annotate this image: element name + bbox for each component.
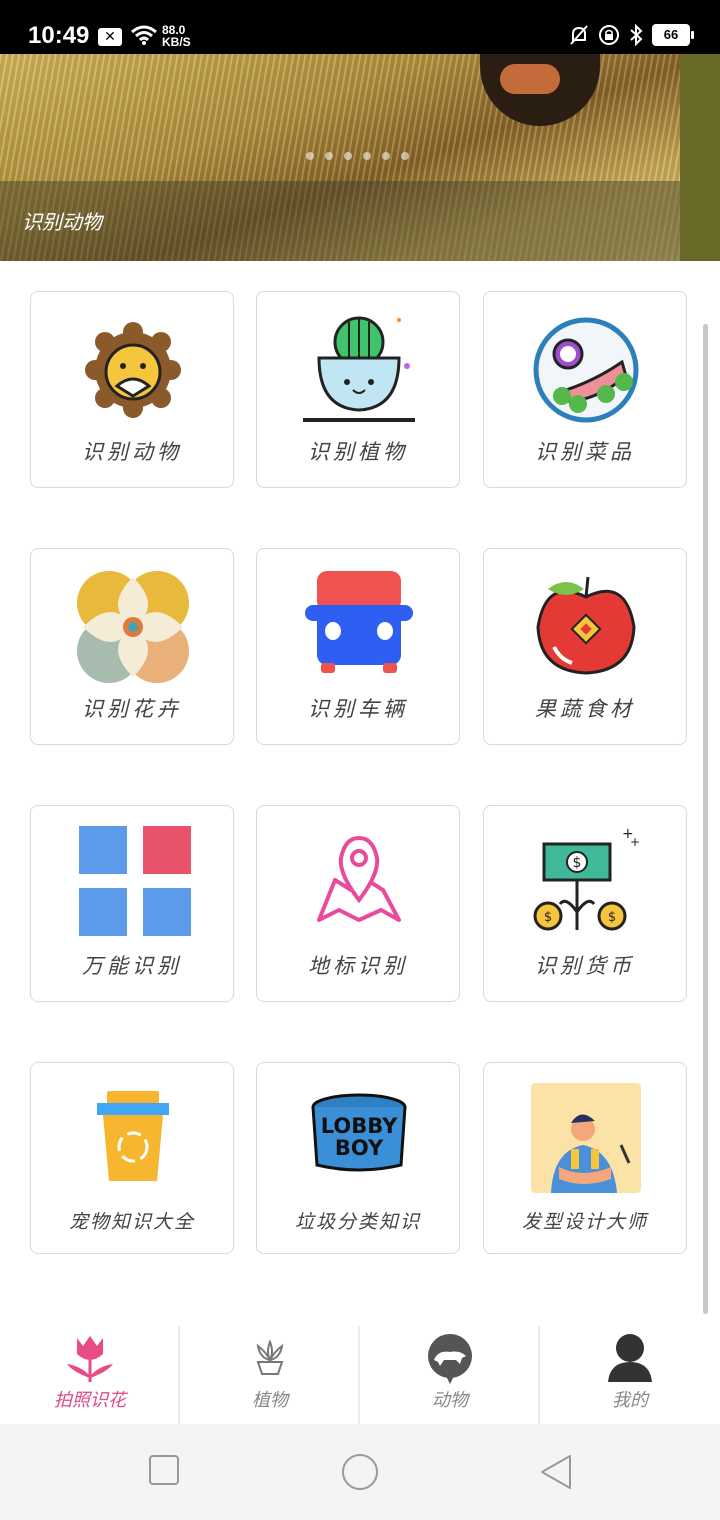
nav-label: 动物 xyxy=(432,1390,468,1411)
potted-plant-icon xyxy=(256,1339,284,1375)
map-pin-icon xyxy=(317,835,401,922)
battery-icon: 66 xyxy=(652,24,694,46)
nav-item-plant[interactable]: 植物 xyxy=(180,1316,360,1424)
nav-item-mine[interactable]: 我的 xyxy=(540,1316,720,1424)
carousel-dot[interactable] xyxy=(344,152,352,160)
network-speed: 88.0 KB/S xyxy=(162,24,191,48)
banner-caption: 识别动物 xyxy=(22,210,102,234)
card-label: 识别植物 xyxy=(308,440,408,464)
card-label: 发型设计大师 xyxy=(521,1211,648,1233)
svg-text:$: $ xyxy=(544,910,552,925)
vehicle-icon xyxy=(305,571,413,673)
nav-label: 拍照识花 xyxy=(54,1390,126,1411)
card-label: 果蔬食材 xyxy=(535,697,635,721)
card-identify-flower[interactable]: 识别花卉 xyxy=(30,548,234,745)
banner-lion-mouth xyxy=(500,64,560,94)
nav-label: 我的 xyxy=(612,1390,648,1411)
carousel-dot[interactable] xyxy=(401,152,409,160)
card-label: 识别货币 xyxy=(535,954,635,978)
flower-icon xyxy=(77,571,189,683)
rotation-lock-icon xyxy=(599,25,619,45)
scrollbar[interactable] xyxy=(703,324,708,1314)
card-identify-currency[interactable]: $ $ $ + + 识别货币 xyxy=(483,805,687,1002)
status-right: 66 xyxy=(568,24,694,46)
cactus-icon xyxy=(303,316,415,422)
card-fruit-vegetable[interactable]: 果蔬食材 xyxy=(483,548,687,745)
card-label: 识别花卉 xyxy=(82,697,182,721)
home-button[interactable] xyxy=(341,1453,379,1491)
svg-text:BOY: BOY xyxy=(335,1136,384,1160)
system-nav-bar xyxy=(0,1424,720,1520)
card-hairstyle-master[interactable]: 发型设计大师 xyxy=(483,1062,687,1254)
svg-text:LOBBY: LOBBY xyxy=(321,1114,398,1138)
card-universal-identify[interactable]: 万能识别 xyxy=(30,805,234,1002)
card-identify-vehicle[interactable]: 识别车辆 xyxy=(256,548,460,745)
grid-squares-icon xyxy=(79,826,191,936)
lion-icon xyxy=(85,322,181,418)
card-pet-knowledge[interactable]: 宠物知识大全 xyxy=(30,1062,234,1254)
recycle-bin-icon xyxy=(97,1091,169,1181)
barber-icon xyxy=(531,1083,641,1193)
carousel-dot[interactable] xyxy=(363,152,371,160)
card-identify-dish[interactable]: 识别菜品 xyxy=(483,291,687,488)
recent-apps-button[interactable] xyxy=(148,1454,180,1486)
carousel-indicator xyxy=(306,152,409,160)
svg-text:$: $ xyxy=(608,910,616,925)
notification-x-icon: ✕ xyxy=(98,28,122,46)
card-garbage-knowledge[interactable]: LOBBY BOY 垃圾分类知识 xyxy=(256,1062,460,1254)
svg-text:$: $ xyxy=(573,855,582,871)
banner-caption-bar xyxy=(0,181,680,261)
card-label: 万能识别 xyxy=(82,954,182,978)
tulip-icon xyxy=(67,1336,113,1382)
status-time: 10:49 xyxy=(28,22,90,49)
money-plant-icon: $ $ $ + + xyxy=(533,826,640,931)
carousel-dot[interactable] xyxy=(382,152,390,160)
card-label: 识别菜品 xyxy=(535,440,635,464)
carousel-dot[interactable] xyxy=(306,152,314,160)
card-landmark-identify[interactable]: 地标识别 xyxy=(256,805,460,1002)
bottom-nav: 拍照识花 植物 动物 我的 xyxy=(0,1316,720,1424)
back-button[interactable] xyxy=(538,1453,574,1491)
card-label: 地标识别 xyxy=(308,954,408,978)
bell-muted-icon xyxy=(570,25,588,45)
card-label: 宠物知识大全 xyxy=(68,1211,195,1233)
animal-bubble-icon xyxy=(428,1334,472,1384)
card-label: 垃圾分类知识 xyxy=(294,1211,421,1233)
carousel-dot[interactable] xyxy=(325,152,333,160)
svg-text:+: + xyxy=(630,835,640,849)
nav-label: 植物 xyxy=(252,1390,288,1411)
lobby-boy-hat-icon: LOBBY BOY xyxy=(311,1093,407,1172)
banner-carousel[interactable]: 识别动物 xyxy=(0,54,720,261)
nav-item-photo-flower[interactable]: 拍照识花 xyxy=(0,1316,180,1424)
user-icon xyxy=(608,1334,652,1382)
bluetooth-icon xyxy=(630,24,643,46)
card-identify-plant[interactable]: 识别植物 xyxy=(256,291,460,488)
card-identify-animal[interactable]: 识别动物 xyxy=(30,291,234,488)
dish-icon xyxy=(533,317,639,423)
card-label: 识别动物 xyxy=(82,440,182,464)
nav-item-animal[interactable]: 动物 xyxy=(360,1316,540,1424)
card-label: 识别车辆 xyxy=(308,697,408,721)
banner-next-slide xyxy=(680,54,720,261)
wifi-icon xyxy=(131,25,157,45)
speed-unit: KB/S xyxy=(162,35,191,49)
status-bar: 10:49 ✕ 88.0 KB/S 66 xyxy=(0,0,720,54)
apple-icon xyxy=(536,576,636,675)
